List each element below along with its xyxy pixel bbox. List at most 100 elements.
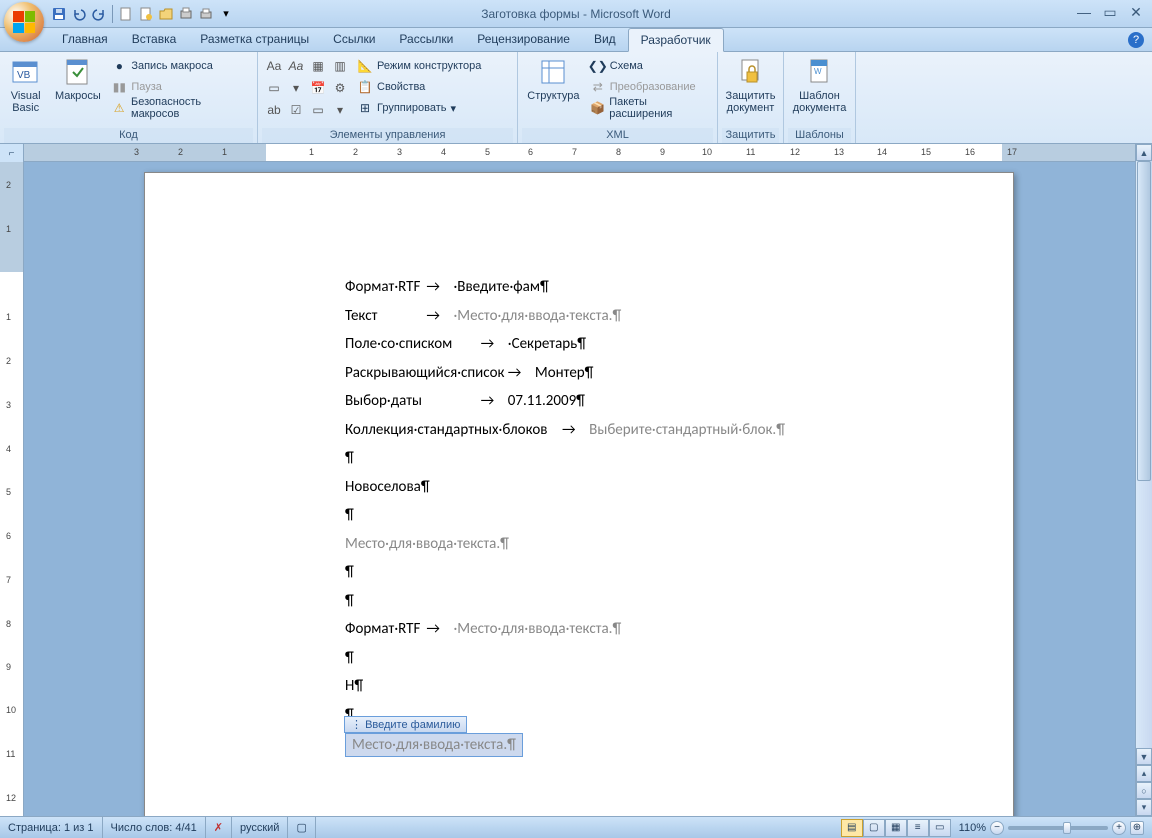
save-icon[interactable] xyxy=(50,5,68,23)
vb-icon: VB xyxy=(10,56,42,88)
svg-text:W: W xyxy=(814,67,822,76)
group-label-xml: XML xyxy=(522,128,713,143)
picture-control-icon[interactable]: ▦ xyxy=(308,56,328,76)
legacy3-icon[interactable]: ▭ xyxy=(308,100,328,120)
zoom-slider[interactable] xyxy=(1008,826,1108,830)
ribbon-tabs: Главная Вставка Разметка страницы Ссылки… xyxy=(0,28,1152,52)
zoom-out-button[interactable]: − xyxy=(990,821,1004,835)
zoom-level[interactable]: 110% xyxy=(959,822,986,834)
browse-object-icon[interactable]: ○ xyxy=(1136,782,1152,799)
close-button[interactable]: ✕ xyxy=(1126,4,1146,20)
legacy1-icon[interactable]: ab xyxy=(264,100,284,120)
schema-button[interactable]: ❮❯Схема xyxy=(587,56,713,76)
tab-mailings[interactable]: Рассылки xyxy=(387,28,465,51)
content-control-placeholder[interactable]: Место·для·ввода·текста.¶ xyxy=(346,734,522,756)
group-button[interactable]: ⊞Группировать ▾ xyxy=(354,98,484,118)
proofing-icon: ✗ xyxy=(214,821,223,834)
visual-basic-button[interactable]: VB Visual Basic xyxy=(4,54,47,116)
schema-icon: ❮❯ xyxy=(590,58,606,74)
status-language[interactable]: русский xyxy=(232,817,288,838)
redo-icon[interactable] xyxy=(90,5,108,23)
quick-access-toolbar: ▾ xyxy=(50,5,235,23)
status-words[interactable]: Число слов: 4/41 xyxy=(103,817,206,838)
document-template-button[interactable]: W Шаблон документа xyxy=(788,54,851,116)
office-button[interactable] xyxy=(4,2,44,42)
view-outline-icon[interactable]: ≡ xyxy=(907,819,929,837)
record-icon: ● xyxy=(111,58,127,74)
blocks-control-icon[interactable]: ▥ xyxy=(330,56,350,76)
help-icon[interactable]: ? xyxy=(1128,32,1144,48)
macros-button[interactable]: Макросы xyxy=(49,54,106,104)
ribbon: VB Visual Basic Макросы ●Запись макроса … xyxy=(0,52,1152,144)
content-control-title: ⋮ Введите фамилию xyxy=(344,716,467,733)
quick-print-icon[interactable] xyxy=(197,5,215,23)
status-proofing[interactable]: ✗ xyxy=(206,817,232,838)
scroll-thumb[interactable] xyxy=(1137,162,1151,481)
print-preview-icon[interactable] xyxy=(177,5,195,23)
document-area[interactable]: Формат·RTF → ·Введите·фам¶ Текст → ·Мест… xyxy=(24,162,1152,816)
date-control-icon[interactable]: 📅 xyxy=(308,78,328,98)
maximize-button[interactable]: ▭ xyxy=(1100,4,1120,20)
group-icon: ⊞ xyxy=(357,100,373,116)
richtext-control-icon[interactable]: Aa xyxy=(264,56,284,76)
zoom-in-button[interactable]: + xyxy=(1112,821,1126,835)
tab-references[interactable]: Ссылки xyxy=(321,28,387,51)
record-macro-button[interactable]: ●Запись макроса xyxy=(108,56,253,76)
tab-view[interactable]: Вид xyxy=(582,28,628,51)
design-mode-button[interactable]: 📐Режим конструктора xyxy=(354,56,484,76)
group-label-code: Код xyxy=(4,128,253,143)
zoom-fit-button[interactable]: ⊕ xyxy=(1130,821,1144,835)
view-full-screen-icon[interactable]: ▢ xyxy=(863,819,885,837)
open-icon[interactable] xyxy=(157,5,175,23)
macro-rec-icon: ▢ xyxy=(296,821,306,834)
zoom-thumb[interactable] xyxy=(1063,822,1071,834)
content-control[interactable]: ⋮ Введите фамилию Место·для·ввода·текста… xyxy=(345,733,523,757)
status-page[interactable]: Страница: 1 из 1 xyxy=(0,817,103,838)
combo-control-icon[interactable]: ▭ xyxy=(264,78,284,98)
view-web-icon[interactable]: ▦ xyxy=(885,819,907,837)
status-macro[interactable]: ▢ xyxy=(288,817,315,838)
status-bar: Страница: 1 из 1 Число слов: 4/41 ✗ русс… xyxy=(0,816,1152,838)
warning-icon: ⚠ xyxy=(111,100,127,116)
protect-document-button[interactable]: Защитить документ xyxy=(722,54,779,116)
scroll-down-icon[interactable]: ▼ xyxy=(1136,748,1152,765)
legacy-tools-icon[interactable]: ▾ xyxy=(330,100,350,120)
view-draft-icon[interactable]: ▭ xyxy=(929,819,951,837)
properties-button[interactable]: 📋Свойства xyxy=(354,77,484,97)
design-icon: 📐 xyxy=(357,58,373,74)
vertical-ruler[interactable]: 2 1 1 2 3 4 5 6 7 8 9 10 11 12 xyxy=(0,162,24,816)
new-doc2-icon[interactable] xyxy=(137,5,155,23)
group-label-protect: Защитить xyxy=(722,128,779,143)
tab-review[interactable]: Рецензирование xyxy=(465,28,582,51)
structure-button[interactable]: Структура xyxy=(522,54,585,104)
undo-icon[interactable] xyxy=(70,5,88,23)
plaintext-control-icon[interactable]: Aa xyxy=(286,56,306,76)
structure-icon xyxy=(537,56,569,88)
dropdown-control-icon[interactable]: ▾ xyxy=(286,78,306,98)
transform-button: ⇄Преобразование xyxy=(587,77,713,97)
packages-icon: 📦 xyxy=(590,100,606,116)
expansion-packs-button[interactable]: 📦Пакеты расширения xyxy=(587,98,713,118)
tab-page-layout[interactable]: Разметка страницы xyxy=(188,28,321,51)
props-icon: 📋 xyxy=(357,79,373,95)
page: Формат·RTF → ·Введите·фам¶ Текст → ·Мест… xyxy=(144,172,1014,816)
tab-home[interactable]: Главная xyxy=(50,28,120,51)
view-print-layout-icon[interactable]: ▤ xyxy=(841,819,863,837)
template-icon: W xyxy=(804,56,836,88)
tab-insert[interactable]: Вставка xyxy=(120,28,189,51)
office-logo-icon xyxy=(13,11,35,33)
macro-security-button[interactable]: ⚠Безопасность макросов xyxy=(108,98,253,118)
horizontal-ruler[interactable]: 3 2 1 1 2 3 4 5 6 7 8 9 10 11 12 13 14 1… xyxy=(24,144,1152,162)
tab-selector[interactable]: ⌐ xyxy=(0,144,24,162)
vertical-scrollbar[interactable]: ▲ ▼ ▴ ○ ▾ xyxy=(1135,162,1152,816)
protect-icon xyxy=(735,56,767,88)
legacy2-icon[interactable]: ☑ xyxy=(286,100,306,120)
macros-icon xyxy=(62,56,94,88)
prev-page-icon[interactable]: ▴ xyxy=(1136,765,1152,782)
new-doc-icon[interactable] xyxy=(117,5,135,23)
legacy-control-icon[interactable]: ⚙ xyxy=(330,78,350,98)
tab-developer[interactable]: Разработчик xyxy=(628,28,724,52)
qat-customize-icon[interactable]: ▾ xyxy=(217,5,235,23)
next-page-icon[interactable]: ▾ xyxy=(1136,799,1152,816)
minimize-button[interactable]: — xyxy=(1074,4,1094,20)
